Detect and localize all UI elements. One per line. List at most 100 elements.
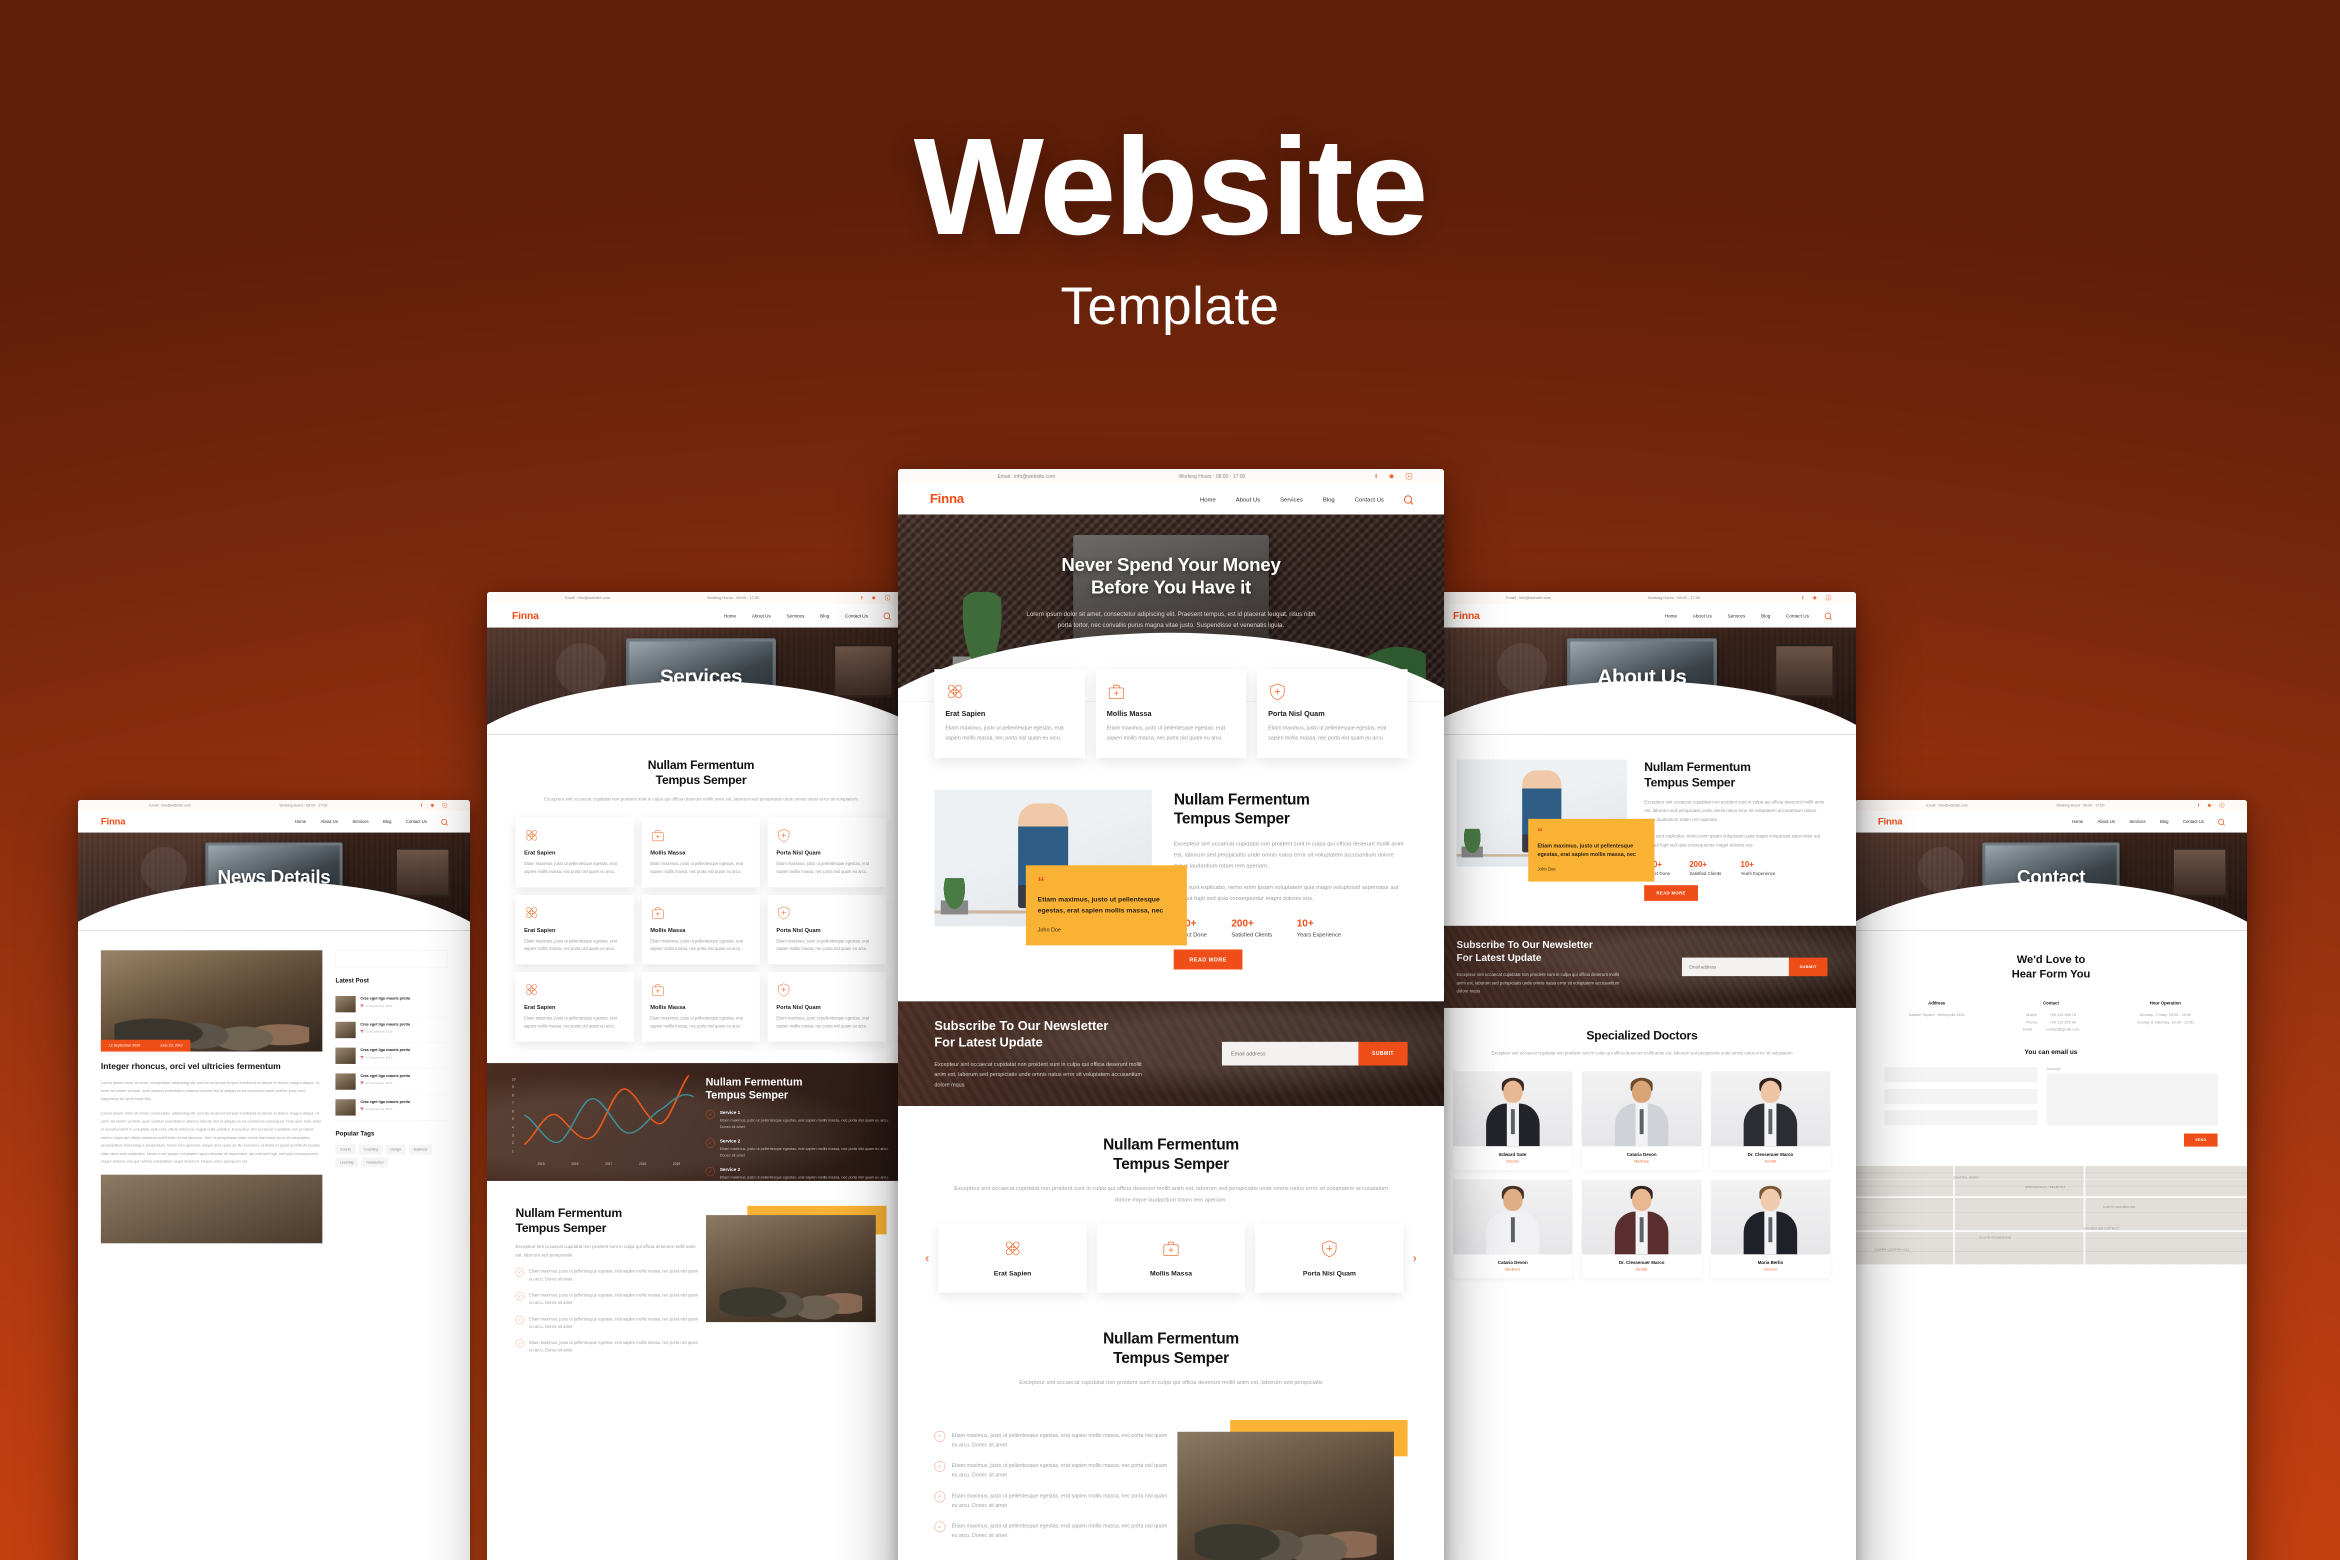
brand-logo[interactable]: Finna <box>512 610 539 622</box>
about-read-more-button[interactable]: READ MORE <box>1173 949 1243 970</box>
brand-logo[interactable]: Finna <box>101 816 126 827</box>
search-icon[interactable] <box>1403 495 1413 504</box>
feature-card[interactable]: Mollis Massa Etiam maximus, justo ut pell… <box>1095 669 1247 758</box>
feature-card[interactable]: Erat Sapien Etiam maximus, justo ut pelle… <box>515 895 634 965</box>
tag-chip[interactable]: Course <box>335 1144 356 1155</box>
nav-item-contact[interactable]: Contact Us <box>1786 613 1809 618</box>
list-item[interactable]: Cras eget ligu mauris pretiu 📅 12 Septemb… <box>335 1017 448 1044</box>
nav-item-services[interactable]: Services <box>352 819 368 824</box>
list-item[interactable]: Cras eget ligu mauris pretiu 📅 12 Septemb… <box>335 1043 448 1069</box>
twitter-icon[interactable]: ❅ <box>2208 803 2212 808</box>
tag-chip[interactable]: Transaction <box>361 1157 389 1168</box>
doctor-card[interactable]: Dr. Clessenuer Marco Dentist <box>1710 1071 1831 1171</box>
feature-card[interactable]: Mollis Massa Etiam maximus, justo ut pell… <box>641 972 760 1042</box>
instagram-icon[interactable]: ● <box>885 595 891 601</box>
nav-item-about[interactable]: About Us <box>1236 496 1260 503</box>
tag-chip[interactable]: Business <box>409 1144 433 1155</box>
mockup-services[interactable]: Email : info@website.com Working Hours :… <box>487 592 915 1560</box>
tag-chip[interactable]: Coaching <box>359 1144 383 1155</box>
search-icon[interactable] <box>883 612 891 619</box>
list-item[interactable]: Cras eget ligu mauris pretiu 📅 12 Septemb… <box>335 1069 448 1095</box>
mockup-news-details[interactable]: Email : info@website.com Working Hours :… <box>78 800 470 1560</box>
nav-item-about[interactable]: About Us <box>752 613 771 618</box>
twitter-icon[interactable]: ❅ <box>1389 473 1394 480</box>
nav-item-contact[interactable]: Contact Us <box>845 613 868 618</box>
instagram-icon[interactable]: ● <box>1405 473 1413 480</box>
nav-item-about[interactable]: About Us <box>2097 819 2114 824</box>
map[interactable]: CENTRAL WARD SPRINGFIELD / BELMONT NORTH I… <box>1855 1166 2247 1265</box>
nav-item-blog[interactable]: Blog <box>820 613 829 618</box>
doctor-card[interactable]: Cataria Devon Medicine <box>1452 1179 1573 1279</box>
nav-item-services[interactable]: Services <box>787 613 805 618</box>
nav-item-about[interactable]: About Us <box>320 819 337 824</box>
nav-item-contact[interactable]: Contact Us <box>2183 819 2204 824</box>
facebook-icon[interactable]: f <box>1375 473 1377 480</box>
nav-item-services[interactable]: Services <box>1728 613 1746 618</box>
nav-item-home[interactable]: Home <box>2072 819 2083 824</box>
carousel-card[interactable]: Mollis Massa <box>1096 1223 1246 1293</box>
about-read-more-button[interactable]: READ MORE <box>1644 885 1698 901</box>
doctor-card[interactable]: Edward Gate Director <box>1452 1071 1573 1171</box>
send-button[interactable]: SEND <box>2184 1133 2218 1147</box>
nav-item-blog[interactable]: Blog <box>1761 613 1770 618</box>
doctor-card[interactable]: Dr. Clessenuer Marco Dentist <box>1581 1179 1702 1279</box>
carousel-card[interactable]: Erat Sapien <box>938 1223 1087 1293</box>
instagram-icon[interactable]: ● <box>1826 595 1832 601</box>
nav-item-about[interactable]: About Us <box>1693 613 1712 618</box>
doctor-card[interactable]: Cataria Devon Medicine <box>1581 1071 1702 1171</box>
carousel-card[interactable]: Porta Nisi Quam <box>1255 1223 1404 1293</box>
nav-item-contact[interactable]: Contact Us <box>406 819 427 824</box>
search-icon[interactable] <box>1824 612 1832 619</box>
search-icon[interactable] <box>2218 818 2225 825</box>
nav-item-blog[interactable]: Blog <box>2160 819 2169 824</box>
feature-card[interactable]: Mollis Massa Etiam maximus, justo ut pell… <box>641 895 760 965</box>
twitter-icon[interactable]: ❅ <box>1813 595 1817 601</box>
feature-card[interactable]: Porta Nisl Quam Etiam maximus, justo ut p… <box>767 895 887 965</box>
nav-item-home[interactable]: Home <box>295 819 306 824</box>
email-input[interactable] <box>1221 1042 1359 1066</box>
facebook-icon[interactable]: f <box>1802 595 1804 601</box>
newsletter-submit-button[interactable]: SUBMIT <box>1788 957 1828 977</box>
facebook-icon[interactable]: f <box>2198 803 2199 808</box>
chevron-right-icon[interactable]: › <box>1413 1251 1417 1265</box>
feature-card[interactable]: Erat Sapien Etiam maximus, justo ut pelle… <box>515 972 634 1042</box>
nav-item-contact[interactable]: Contact Us <box>1355 496 1384 503</box>
brand-logo[interactable]: Finna <box>1878 816 1903 827</box>
feature-card[interactable]: Porta Nisl Quam Etiam maximus, justo ut p… <box>767 817 887 888</box>
nav-item-home[interactable]: Home <box>1200 496 1216 503</box>
subject-field[interactable] <box>1884 1110 2038 1126</box>
email-input[interactable] <box>1681 957 1789 977</box>
list-item[interactable]: Cras eget ligu mauris pretiu 📅 12 Septemb… <box>335 991 448 1018</box>
mockup-about[interactable]: Email : info@website.com Working Hours :… <box>1428 592 1856 1560</box>
feature-card[interactable]: Porta Nisl Quam Etiam maximus, justo ut p… <box>767 972 887 1042</box>
feature-card[interactable]: Erat Sapien Etiam maximus, justo ut pelle… <box>934 669 1085 758</box>
nav-item-blog[interactable]: Blog <box>383 819 392 824</box>
instagram-icon[interactable]: ● <box>442 802 448 808</box>
brand-logo[interactable]: Finna <box>930 492 964 507</box>
mockup-home[interactable]: Email : info@website.com Working Hours :… <box>898 469 1444 1560</box>
list-item[interactable]: Cras eget ligu mauris pretiu 📅 12 Septemb… <box>335 1095 448 1121</box>
search-icon[interactable] <box>441 818 448 825</box>
nav-item-services[interactable]: Services <box>1280 496 1303 503</box>
nav-item-home[interactable]: Home <box>724 613 736 618</box>
search-input[interactable] <box>335 950 448 968</box>
mockup-contact[interactable]: Email : info@website.com Working Hours :… <box>1855 800 2247 1560</box>
nav-item-blog[interactable]: Blog <box>1323 496 1335 503</box>
feature-card[interactable]: Erat Sapien Etiam maximus, justo ut pelle… <box>515 817 634 888</box>
instagram-icon[interactable]: ● <box>2219 802 2225 808</box>
brand-logo[interactable]: Finna <box>1453 610 1480 622</box>
name-field[interactable] <box>1884 1067 2038 1083</box>
twitter-icon[interactable]: ❅ <box>431 803 435 808</box>
nav-item-home[interactable]: Home <box>1665 613 1677 618</box>
facebook-icon[interactable]: f <box>421 803 422 808</box>
twitter-icon[interactable]: ❅ <box>872 595 876 601</box>
tag-chip[interactable]: Design <box>385 1144 406 1155</box>
chevron-left-icon[interactable]: ‹ <box>925 1251 929 1265</box>
nav-item-services[interactable]: Services <box>2129 819 2145 824</box>
tag-chip[interactable]: Learning <box>335 1157 359 1168</box>
facebook-icon[interactable]: f <box>861 595 863 601</box>
feature-card[interactable]: Porta Nisl Quam Etiam maximus, justo ut p… <box>1257 669 1408 758</box>
newsletter-submit-button[interactable]: SUBMIT <box>1358 1042 1408 1066</box>
feature-card[interactable]: Mollis Massa Etiam maximus, justo ut pell… <box>641 817 760 888</box>
message-textarea[interactable] <box>2046 1073 2218 1126</box>
